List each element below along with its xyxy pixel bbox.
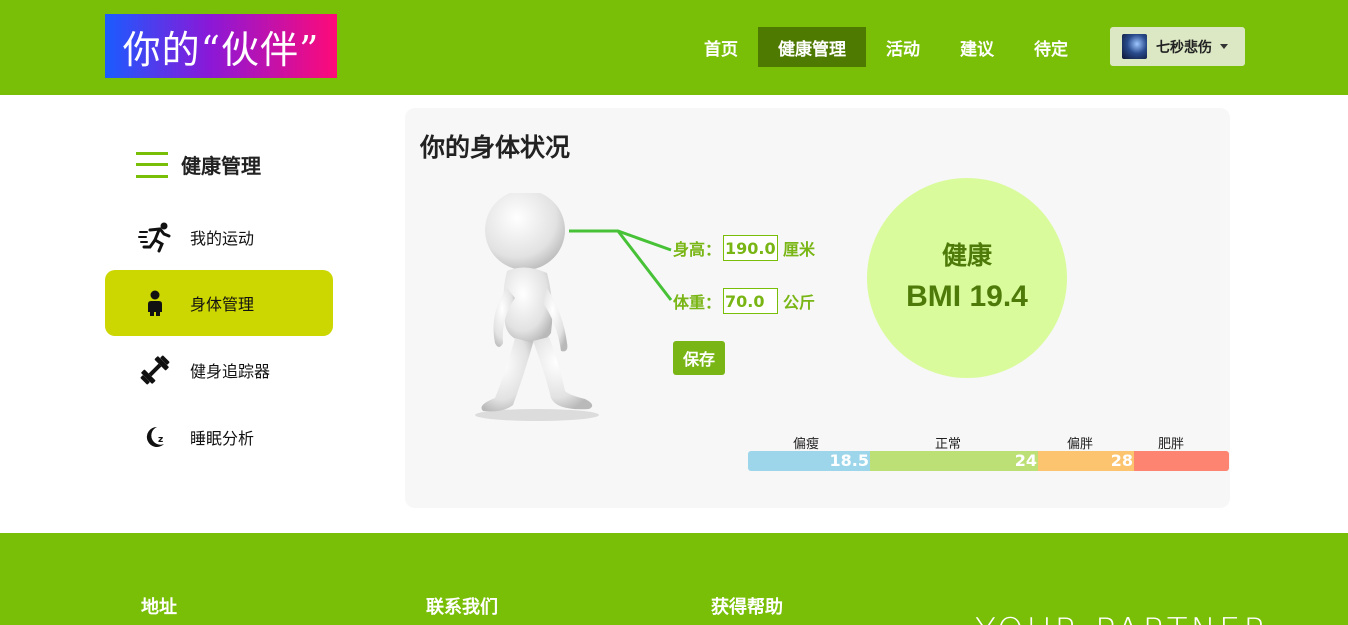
height-field-row: 身高： 厘米 — [673, 235, 815, 261]
height-input[interactable] — [723, 235, 779, 261]
top-header: 你的“伙伴” 首页 健康管理 活动 建议 待定 七秒悲伤 — [0, 0, 1348, 95]
sidebar-item-body-management[interactable]: 身体管理 — [105, 270, 333, 336]
menu-icon[interactable] — [136, 151, 168, 178]
person-icon — [138, 286, 172, 320]
scale-segment-underweight: 18.5 — [748, 451, 870, 471]
scale-segment-normal: 24 — [870, 451, 1038, 471]
scale-label-underweight: 偏瘦 — [793, 437, 820, 452]
running-icon — [138, 220, 172, 254]
nav-advice[interactable]: 建议 — [940, 27, 1014, 67]
nav-health-management[interactable]: 健康管理 — [758, 27, 866, 67]
connector-lines — [569, 229, 673, 301]
bmi-result-circle: 健康 BMI 19.4 — [867, 178, 1067, 378]
nav-activities[interactable]: 活动 — [866, 27, 940, 67]
bmi-value: BMI 19.4 — [906, 280, 1028, 313]
sidebar-item-my-exercise[interactable]: 我的运动 — [105, 204, 333, 270]
footer-contact-heading: 联系我们 — [426, 597, 498, 618]
nav-pending[interactable]: 待定 — [1014, 27, 1088, 67]
bmi-scale-bar: 18.5 24 28 — [748, 451, 1229, 471]
scale-segment-overweight: 28 — [1038, 451, 1134, 471]
height-label: 身高： — [673, 240, 722, 259]
sidebar-item-label: 身体管理 — [190, 295, 255, 314]
scale-label-obese: 肥胖 — [1158, 437, 1185, 452]
chevron-down-icon — [1220, 44, 1228, 49]
threshold-overweight: 28 — [1110, 451, 1133, 470]
user-name: 七秒悲伤 — [1156, 39, 1212, 56]
scale-label-normal: 正常 — [935, 437, 962, 452]
page-title: 你的身体状况 — [420, 133, 571, 162]
sidebar-item-fitness-tracker[interactable]: 健身追踪器 — [105, 337, 333, 403]
scale-label-overweight: 偏胖 — [1067, 437, 1094, 452]
sidebar-title: 健康管理 — [181, 154, 261, 178]
weight-field-row: 体重： 公斤 — [673, 288, 815, 314]
site-logo[interactable]: 你的“伙伴” — [105, 14, 337, 78]
footer-help-heading: 获得帮助 — [711, 597, 783, 618]
main-nav: 首页 健康管理 活动 建议 待定 — [684, 27, 1088, 67]
scale-segment-obese — [1134, 451, 1229, 471]
threshold-normal: 24 — [1014, 451, 1037, 470]
nav-home[interactable]: 首页 — [684, 27, 758, 67]
footer-tagline: YOUR PARTNER — [975, 611, 1270, 625]
save-button[interactable]: 保存 — [673, 341, 725, 375]
body-status-panel: 你的身体状况 身高： 厘米 体重： — [405, 108, 1230, 508]
logo-text: 你的“伙伴” — [122, 27, 320, 72]
weight-label: 体重： — [673, 293, 722, 312]
bmi-status: 健康 — [941, 241, 992, 270]
sidebar-item-label: 我的运动 — [190, 229, 255, 248]
avatar — [1122, 34, 1147, 59]
height-unit: 厘米 — [783, 240, 816, 259]
weight-input[interactable] — [723, 288, 779, 314]
bmi-scale-labels: 偏瘦 正常 偏胖 肥胖 — [748, 433, 1229, 452]
user-menu-button[interactable]: 七秒悲伤 — [1110, 27, 1245, 66]
weight-unit: 公斤 — [783, 293, 816, 312]
dumbbell-icon — [138, 353, 172, 387]
sidebar-item-sleep-analysis[interactable]: z 睡眠分析 — [105, 404, 333, 470]
sidebar-item-label: 健身追踪器 — [190, 362, 271, 381]
footer-address-heading: 地址 — [141, 597, 177, 618]
sidebar-item-label: 睡眠分析 — [190, 429, 255, 448]
footer: 地址 联系我们 获得帮助 YOUR PARTNER — [0, 533, 1348, 625]
moon-icon: z — [138, 420, 172, 454]
svg-text:z: z — [158, 435, 163, 445]
threshold-underweight: 18.5 — [829, 451, 869, 470]
sidebar-header: 健康管理 — [136, 150, 261, 179]
